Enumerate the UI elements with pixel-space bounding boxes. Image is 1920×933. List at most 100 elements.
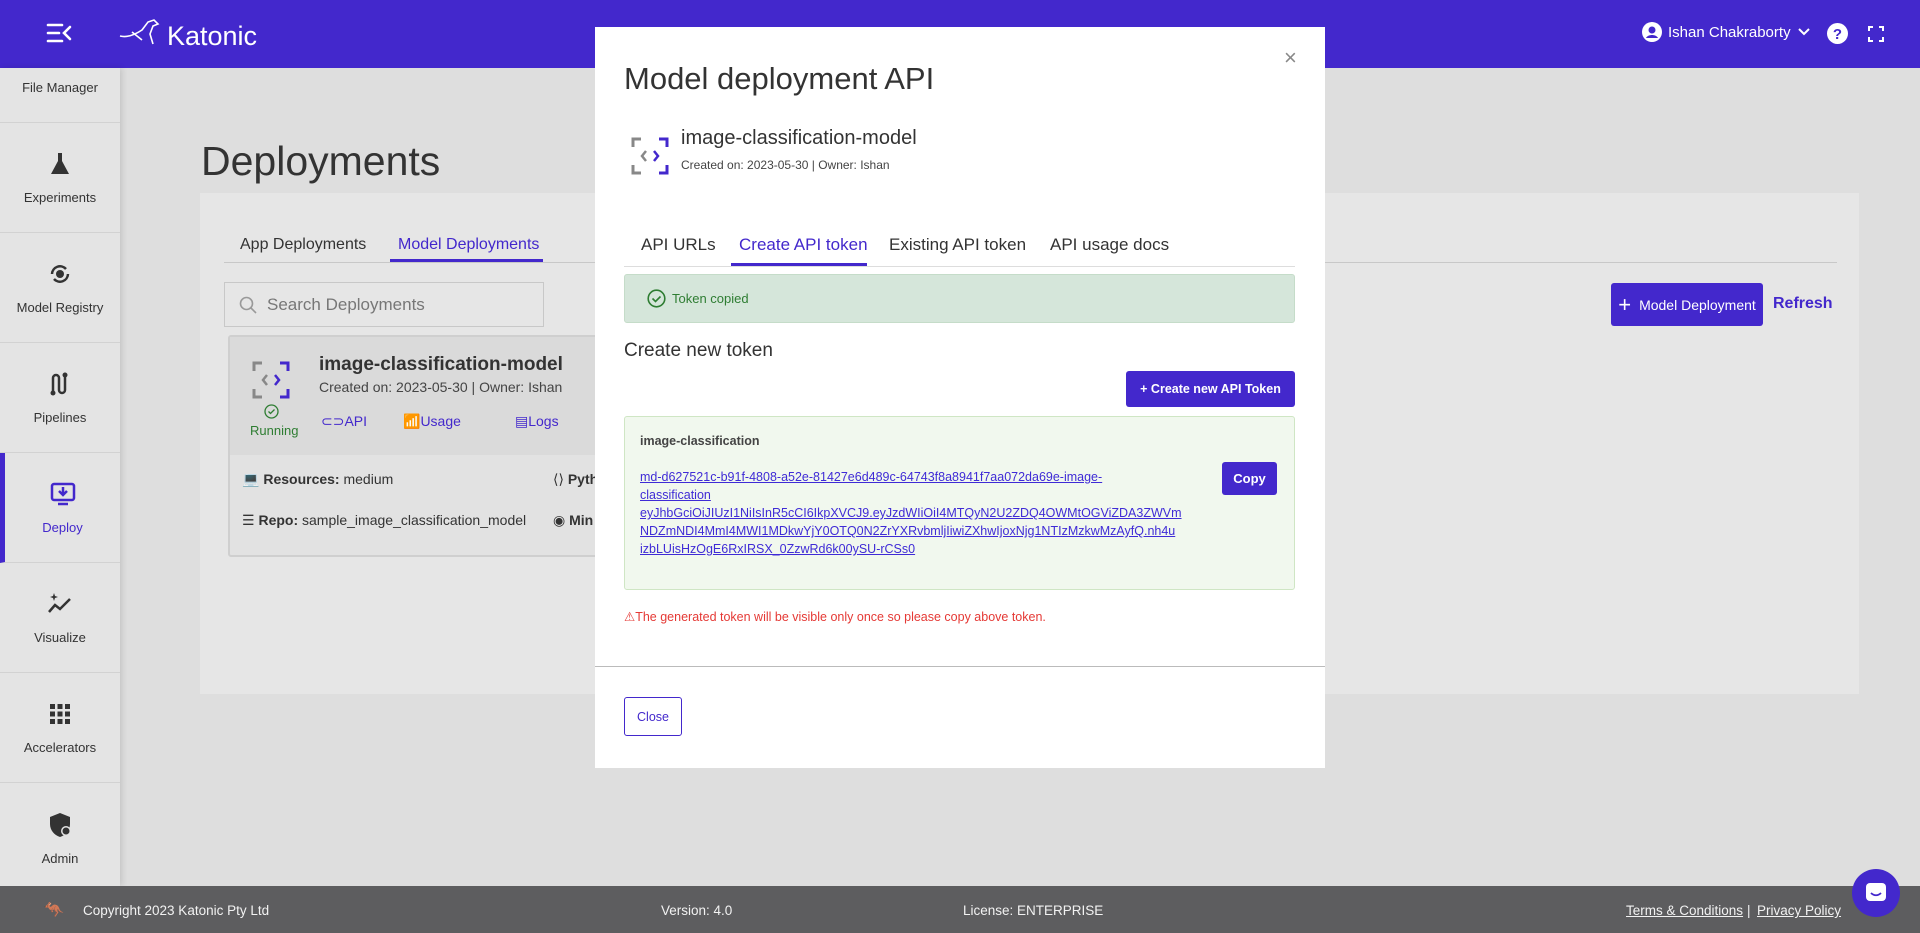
katonic-footer-logo-icon: 🦘 [44, 902, 64, 919]
token-name: image-classification [640, 434, 760, 448]
chart-icon: 📶 [403, 413, 421, 429]
modal-title: Model deployment API [624, 61, 935, 96]
user-menu[interactable]: Ishan Chakraborty [1642, 22, 1811, 42]
close-icon[interactable]: × [1284, 45, 1297, 71]
deployment-card: Running image-classification-model Creat… [228, 335, 628, 557]
python-row: ⟨⟩ Pyth [553, 471, 599, 487]
logs-link[interactable]: ▤Logs [515, 413, 559, 430]
token-value[interactable]: md-d627521c-b91f-4808-a52e-81427e6d489c-… [640, 468, 1182, 558]
repo-label: Repo: [258, 512, 299, 528]
tab-create-api-token[interactable]: Create API token [739, 235, 868, 255]
tab-app-deployments[interactable]: App Deployments [240, 236, 366, 254]
chat-icon [1866, 883, 1886, 901]
search-input[interactable]: Search Deployments [224, 282, 544, 327]
refresh-link[interactable]: Refresh [1773, 295, 1833, 313]
grid-icon [50, 704, 70, 724]
pipeline-icon [50, 372, 68, 396]
sidebar-item-label: Visualize [34, 630, 86, 645]
sidebar: File Manager Experiments Model Registry … [0, 68, 120, 886]
python-label: Pyth [567, 471, 599, 487]
sidebar-item-model-registry[interactable]: Model Registry [0, 233, 120, 343]
status-badge: Running [250, 423, 299, 438]
license-text: License: ENTERPRISE [963, 903, 1104, 918]
sidebar-item-deploy[interactable]: Deploy [0, 453, 120, 563]
footer: 🦘 Copyright 2023 Katonic Pty Ltd Version… [0, 886, 1920, 933]
visualize-icon [48, 593, 71, 613]
modal-model-name: image-classification-model [681, 127, 917, 149]
sidebar-item-file-manager[interactable]: File Manager [0, 26, 120, 123]
document-icon: ▤ [515, 413, 529, 429]
sidebar-item-label: Admin [41, 850, 79, 866]
tab-model-deployments[interactable]: Model Deployments [398, 236, 539, 254]
resources-label: Resources: [263, 471, 340, 487]
privacy-link[interactable]: Privacy Policy [1757, 903, 1841, 918]
chat-button[interactable] [1852, 869, 1900, 917]
help-icon[interactable]: ? [1827, 23, 1848, 44]
sidebar-item-label: Experiments [23, 190, 97, 205]
token-line: classification [640, 488, 711, 502]
sidebar-item-admin[interactable]: Admin [0, 783, 120, 893]
card-model-name[interactable]: image-classification-model [319, 354, 563, 376]
tab-existing-api-token[interactable]: Existing API token [889, 235, 1026, 255]
brand-name: Katonic [167, 21, 258, 51]
modal-footer-divider [595, 666, 1325, 667]
model-registry-icon [50, 265, 70, 283]
tab-api-urls[interactable]: API URLs [641, 235, 716, 255]
copy-button[interactable]: Copy [1222, 462, 1277, 495]
usage-link[interactable]: 📶Usage [403, 413, 461, 430]
plus-icon: + [1618, 291, 1632, 317]
footer-separator: | [1747, 903, 1751, 918]
page-title: Deployments [201, 138, 441, 184]
api-link-label: API [344, 413, 368, 429]
model-code-icon [252, 361, 290, 399]
deploy-icon [50, 482, 75, 506]
fullscreen-icon[interactable] [1868, 26, 1884, 42]
success-alert: Token copied [624, 274, 1295, 323]
logs-link-label: Logs [528, 413, 559, 429]
alert-text: Token copied [672, 291, 749, 306]
create-api-token-button[interactable]: + Create new API Token [1126, 371, 1295, 407]
user-name: Ishan Chakraborty [1668, 23, 1791, 41]
search-icon [239, 296, 257, 314]
resources-row: 💻 Resources: medium [242, 471, 393, 488]
repo-row: ☰ Repo: sample_image_classification_mode… [242, 512, 526, 529]
user-avatar-icon [1642, 22, 1662, 42]
sidebar-item-label: Pipelines [33, 410, 87, 425]
token-line: md-d627521c-b91f-4808-a52e-81427e6d489c-… [640, 470, 1103, 484]
token-box: image-classification md-d627521c-b91f-48… [624, 416, 1295, 590]
usage-link-label: Usage [420, 413, 461, 429]
section-title: Create new token [624, 340, 773, 361]
sidebar-item-experiments[interactable]: Experiments [0, 123, 120, 233]
sidebar-item-label: Accelerators [23, 740, 97, 755]
terms-link[interactable]: Terms & Conditions [1626, 903, 1743, 918]
modal-model-meta: Created on: 2023-05-30 | Owner: Ishan [681, 158, 890, 172]
sidebar-item-visualize[interactable]: Visualize [0, 563, 120, 673]
laptop-icon: 💻 [242, 471, 260, 487]
check-circle-icon [647, 289, 666, 308]
card-meta: Created on: 2023-05-30 | Owner: Ishan [319, 379, 563, 395]
sidebar-item-label: Model Registry [16, 300, 104, 315]
token-line: eyJhbGciOiJIUzI1NiIsInR5cCI6IkpXVCJ9.eyJ… [640, 506, 1182, 520]
tabs-divider [624, 266, 1295, 267]
search-placeholder: Search Deployments [267, 294, 425, 314]
flask-icon [51, 153, 69, 174]
min-row: ◉ Min [553, 512, 594, 528]
copyright-text: Copyright 2023 Katonic Pty Ltd [83, 903, 270, 918]
model-code-icon [631, 137, 669, 175]
warning-text: ⚠The generated token will be visible onl… [624, 610, 1046, 624]
repo-value: sample_image_classification_model [302, 512, 527, 528]
min-label: Min [569, 512, 594, 528]
chevron-down-icon [1797, 28, 1810, 36]
add-model-deployment-button[interactable]: + Model Deployment [1611, 283, 1763, 326]
token-line: izbLUisHzOgE6RxIRSX_0ZzwRd6k00ySU-rCSs0 [640, 542, 916, 556]
model-deployment-api-modal: Model deployment API × image-classificat… [595, 27, 1325, 768]
sidebar-item-pipelines[interactable]: Pipelines [0, 343, 120, 453]
sidebar-item-label: File Manager [22, 80, 98, 95]
close-button[interactable]: Close [624, 697, 682, 736]
admin-shield-icon [50, 812, 71, 837]
token-line: NDZmNDI4MmI4MWI1MDkwYjY0OTQ0N2ZrYXRvbmlj… [640, 524, 1176, 538]
tab-api-usage-docs[interactable]: API usage docs [1050, 235, 1169, 255]
sidebar-item-accelerators[interactable]: Accelerators [0, 673, 120, 783]
katonic-logo-icon [119, 19, 160, 45]
api-link[interactable]: ⊂⊃API [321, 413, 367, 430]
